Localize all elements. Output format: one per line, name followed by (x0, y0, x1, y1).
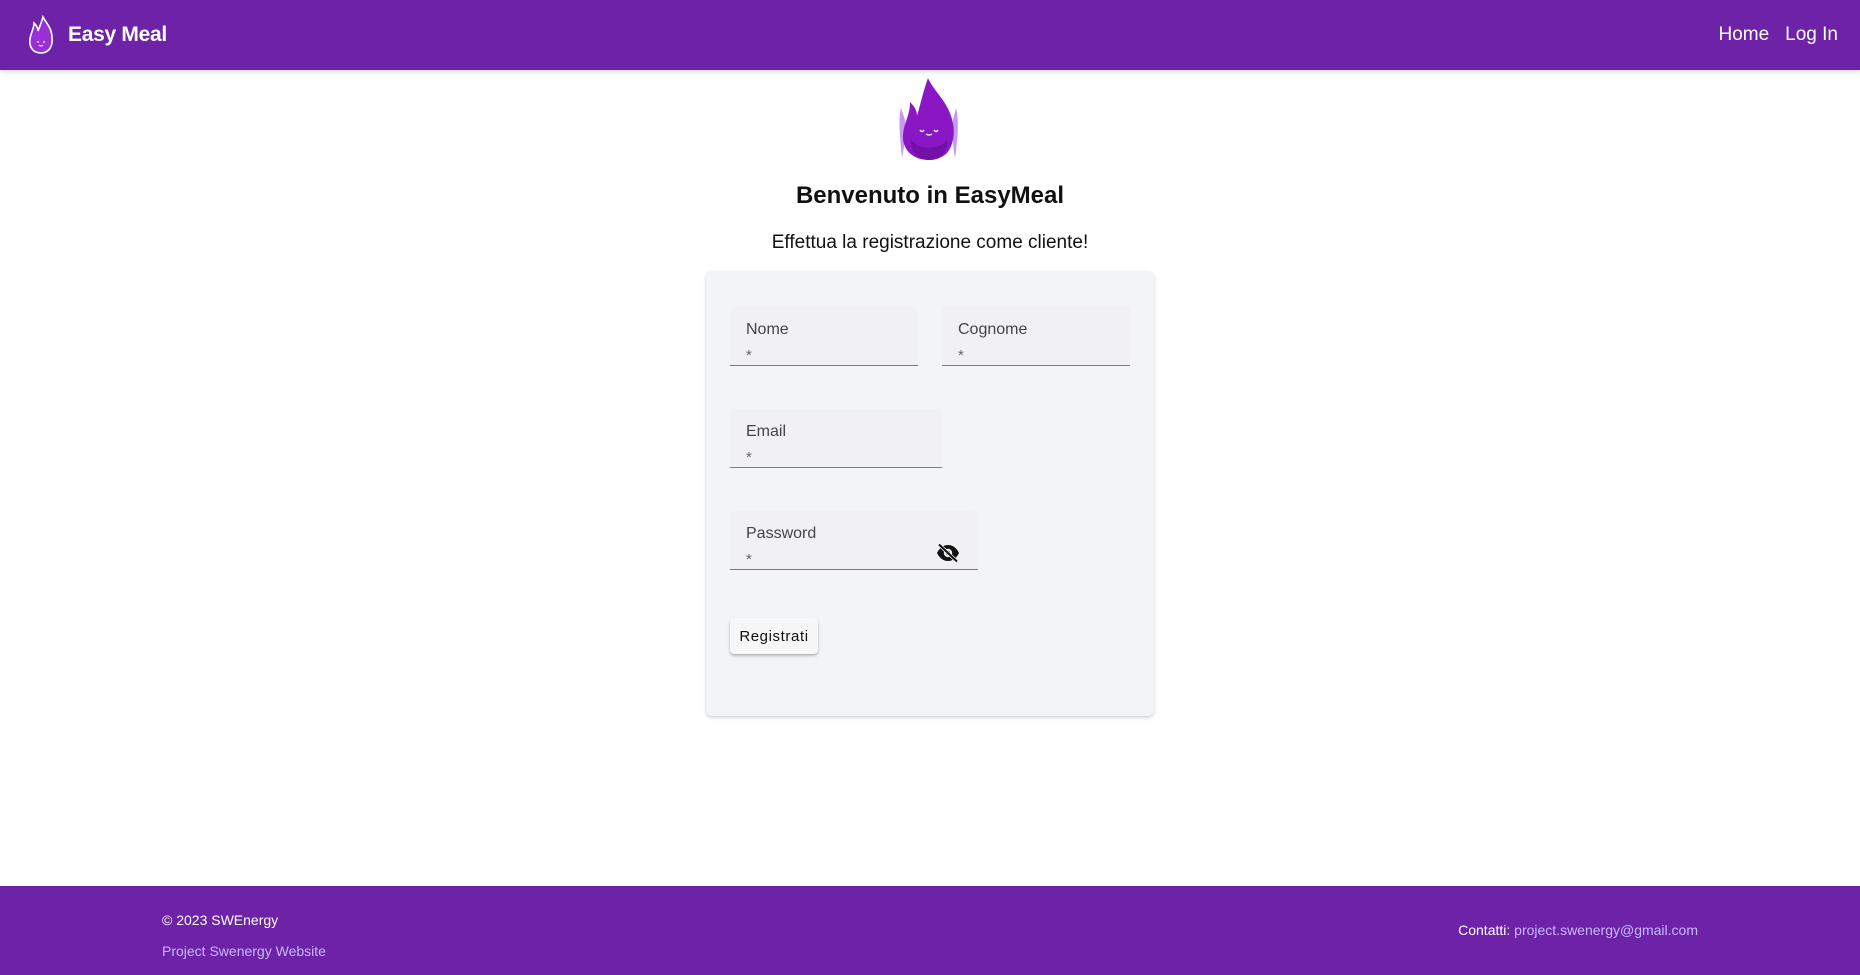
page-subtitle: Effettua la registrazione come cliente! (771, 232, 1089, 253)
nome-required-marker: * (746, 347, 752, 364)
brand-name: Easy Meal (68, 23, 167, 46)
register-button[interactable]: Registrati (730, 618, 818, 654)
registration-card: Nome * Cognome * Email * Password * Regi… (706, 271, 1154, 716)
cognome-input[interactable] (972, 343, 1080, 360)
email-field[interactable]: Email * (730, 409, 942, 468)
page-title: Benvenuto in EasyMeal (795, 182, 1065, 209)
password-input[interactable] (760, 547, 928, 564)
project-website-link[interactable]: Project Swenergy Website (162, 943, 326, 959)
password-label: Password (746, 525, 817, 542)
nav-login-link[interactable]: Log In (1785, 24, 1838, 46)
flame-mascot-icon (899, 78, 958, 160)
nome-label: Nome (746, 321, 789, 338)
email-required-marker: * (746, 449, 752, 466)
brand[interactable]: Easy Meal (26, 15, 167, 55)
contacts-email-link[interactable]: project.swenergy@gmail.com (1514, 922, 1698, 938)
cognome-field[interactable]: Cognome * (942, 307, 1130, 366)
top-navbar: Easy Meal Home Log In (0, 0, 1860, 70)
password-required-marker: * (746, 551, 752, 568)
copyright-text: © 2023 SWEnergy (162, 912, 279, 928)
eye-off-icon[interactable] (936, 543, 960, 563)
contacts-label: Contatti: (1458, 922, 1511, 938)
contacts: Contatti: project.swenergy@gmail.com (1458, 922, 1698, 938)
footer: © 2023 SWEnergy Project Swenergy Website… (0, 886, 1860, 975)
nome-input[interactable] (760, 343, 868, 360)
cognome-label: Cognome (958, 321, 1028, 338)
main-nav: Home Log In (1718, 24, 1838, 46)
email-label: Email (746, 423, 787, 440)
cognome-required-marker: * (958, 347, 964, 364)
flame-logo-icon (29, 15, 53, 54)
nav-home-link[interactable]: Home (1718, 24, 1769, 46)
nome-field[interactable]: Nome * (730, 307, 918, 366)
password-field[interactable]: Password * (730, 511, 978, 570)
email-input[interactable] (760, 445, 892, 462)
